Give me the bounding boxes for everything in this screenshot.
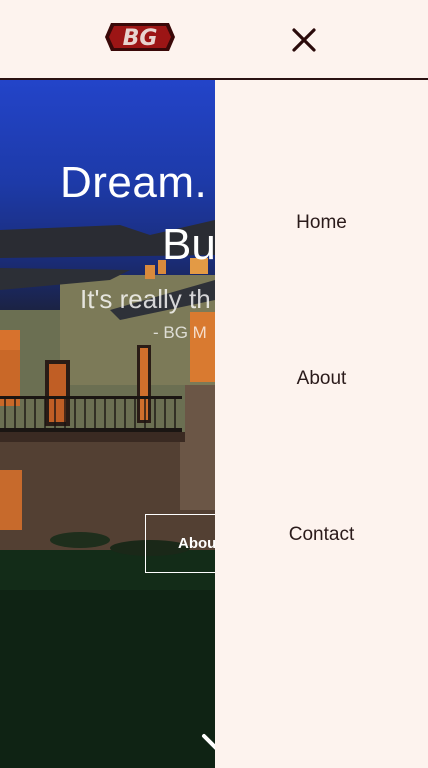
- hero-title-line2: Bu: [162, 220, 215, 269]
- menu-item-contact[interactable]: Contact: [215, 524, 428, 546]
- about-button[interactable]: Abou: [145, 514, 215, 573]
- menu-close-button[interactable]: [288, 24, 320, 56]
- close-icon: [292, 28, 316, 52]
- hero-section: Dream. Bu It's really th - BG M Abou: [0, 80, 215, 768]
- site-header: BG: [0, 0, 428, 80]
- side-menu: Home About Contact: [215, 80, 428, 768]
- hero-title-line1: Dream.: [60, 158, 208, 207]
- menu-item-home[interactable]: Home: [215, 212, 428, 234]
- brand-logo[interactable]: BG: [105, 19, 175, 55]
- svg-text:BG: BG: [123, 26, 158, 51]
- menu-item-about[interactable]: About: [215, 368, 428, 390]
- hero-tagline: It's really th: [80, 284, 211, 314]
- chevron-down-icon[interactable]: [200, 728, 215, 768]
- hero-quote-author: - BG M: [153, 323, 207, 342]
- about-button-label: Abou: [178, 535, 215, 552]
